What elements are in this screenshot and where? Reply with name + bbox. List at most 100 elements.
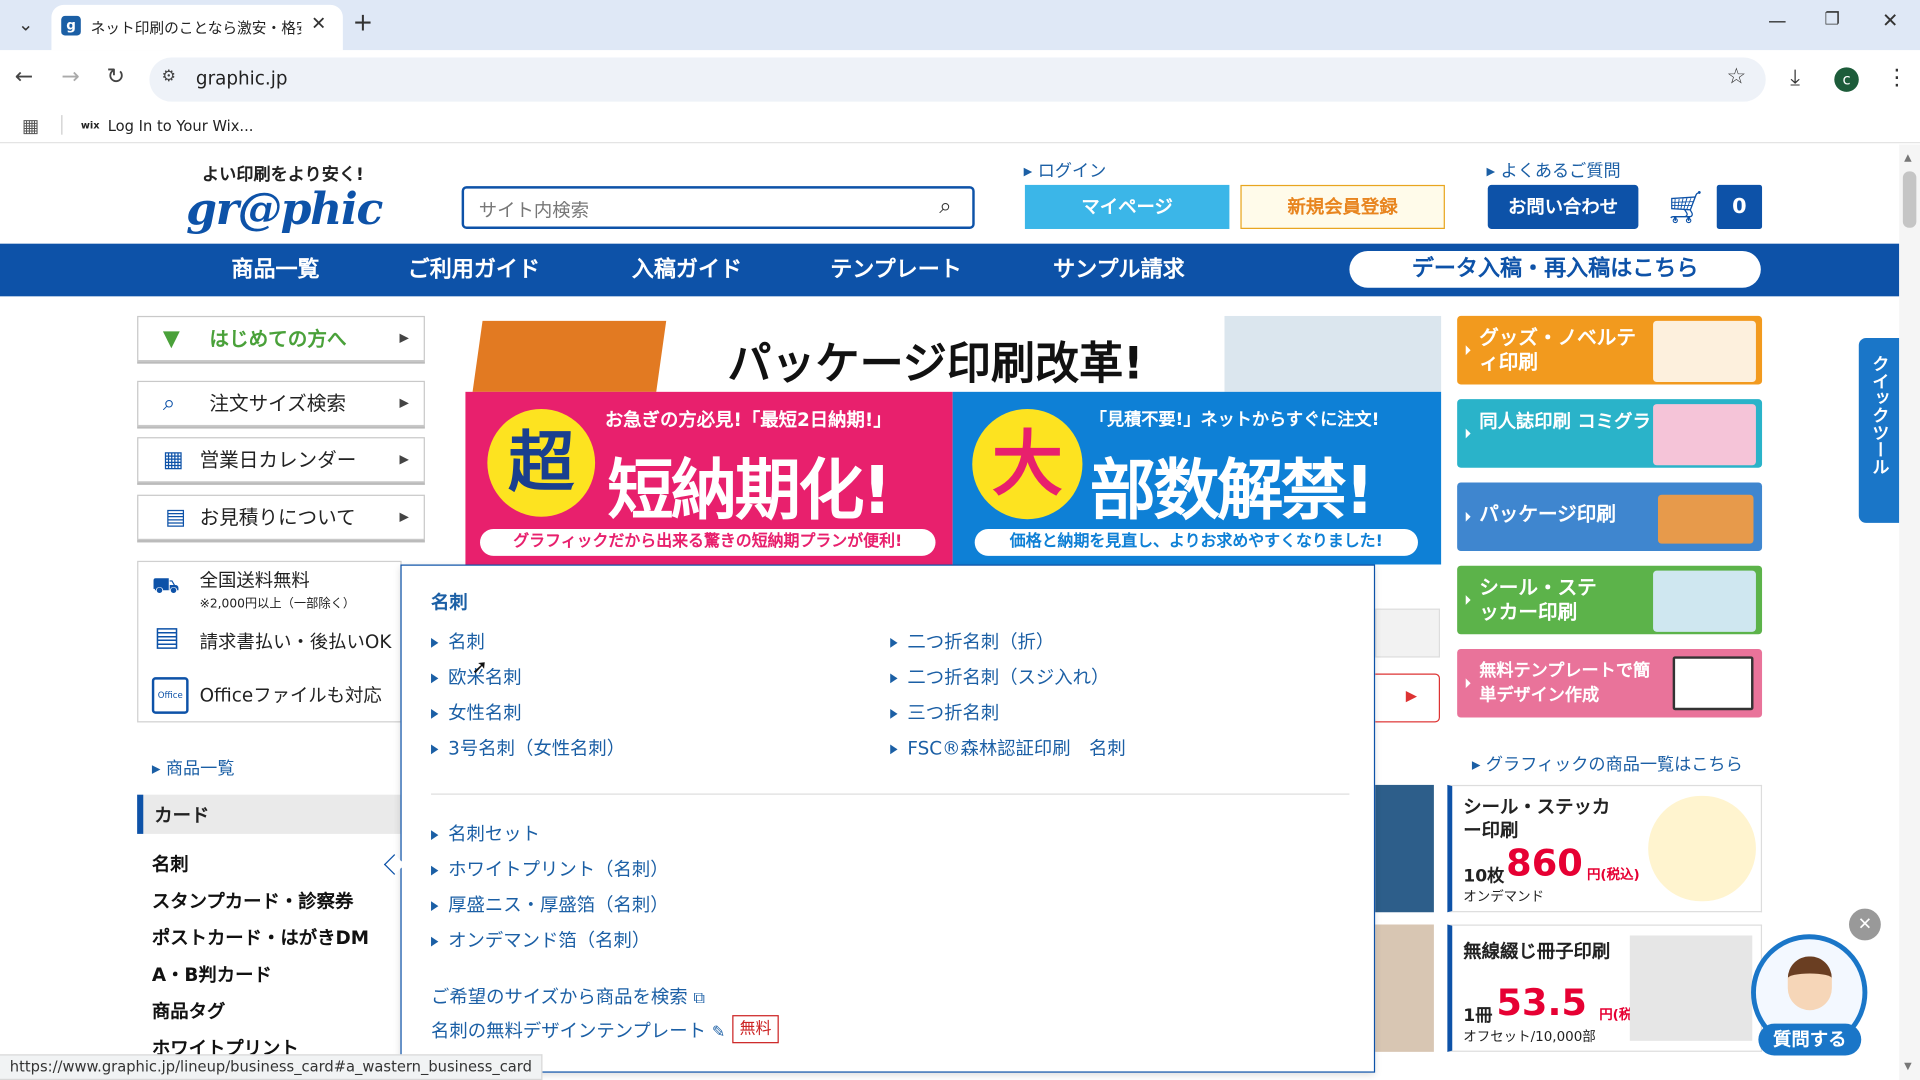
size-search-icon: ⌕ bbox=[162, 390, 176, 417]
feature-office: Office Officeファイルも対応 bbox=[137, 671, 401, 725]
tab-close-icon[interactable]: ✕ bbox=[311, 12, 326, 34]
dropdown-item-label: 名刺 bbox=[448, 630, 485, 653]
scroll-up-icon[interactable]: ▲ bbox=[1904, 152, 1912, 163]
status-bar-url: https://www.graphic.jp/lineup/business_c… bbox=[0, 1054, 543, 1080]
nav-products[interactable]: 商品一覧 bbox=[231, 244, 319, 297]
dropdown-item-bifold-crease[interactable]: 二つ折名刺（スジ入れ） bbox=[890, 664, 1109, 690]
sidebar-size-search[interactable]: ⌕ 注文サイズ検索 ▶ bbox=[137, 380, 425, 427]
dropdown-item-bifold[interactable]: 二つ折名刺（折） bbox=[890, 628, 1054, 654]
category-business-card[interactable]: 名刺 bbox=[152, 851, 189, 877]
sidebar-estimate[interactable]: ▤ お見積りについて ▶ bbox=[137, 494, 425, 541]
triangle-icon bbox=[890, 708, 898, 719]
sidebar-beginners[interactable]: ▼ はじめての方へ ▶ bbox=[137, 315, 425, 362]
chat-close-icon[interactable]: ✕ bbox=[1848, 908, 1881, 941]
free-badge: 無料 bbox=[732, 1015, 779, 1044]
category-postcard[interactable]: ポストカード・はがきDM bbox=[152, 924, 369, 950]
banner-package[interactable]: パッケージ印刷 bbox=[1457, 482, 1763, 552]
dropdown-item-female[interactable]: 女性名刺 bbox=[431, 699, 522, 725]
triangle-icon bbox=[431, 865, 439, 875]
calculator-icon: ▤ bbox=[165, 504, 187, 531]
banner-arrow-icon bbox=[1465, 595, 1471, 605]
triangle-icon bbox=[431, 900, 439, 911]
yen-truck-icon: ⛟ bbox=[151, 573, 180, 599]
banner-sticker[interactable]: シール・ステッカー印刷 bbox=[1457, 565, 1763, 635]
banner-templates[interactable]: 無料テンプレートで簡単デザイン作成 bbox=[1457, 648, 1763, 718]
tab-list-icon[interactable]: ⌄ bbox=[7, 6, 44, 43]
dropdown-item-fsc[interactable]: FSC®森林認証印刷 名刺 bbox=[890, 735, 1126, 761]
faq-link[interactable]: ▸ よくあるご質問 bbox=[1487, 158, 1621, 182]
data-upload-button[interactable]: データ入稿・再入稿はこちら bbox=[1349, 251, 1761, 288]
category-tag[interactable]: 商品タグ bbox=[152, 998, 225, 1024]
scrollbar-thumb[interactable] bbox=[1902, 171, 1917, 228]
mypage-button[interactable]: マイページ bbox=[1024, 184, 1230, 229]
product-card-title: シール・ステッカー印刷 bbox=[1463, 795, 1611, 842]
site-logo[interactable]: gr@phic bbox=[186, 184, 383, 235]
chat-ask-button[interactable]: 質問する bbox=[1758, 1023, 1862, 1056]
sidebar-product-list-link[interactable]: ▸ 商品一覧 bbox=[152, 756, 235, 780]
sidebar-calendar[interactable]: ▦ 営業日カレンダー ▶ bbox=[137, 437, 425, 483]
quick-tool-tab[interactable]: クイックツール bbox=[1858, 337, 1900, 523]
address-bar[interactable]: ⚙ graphic.jp ☆ bbox=[149, 57, 1766, 102]
download-icon[interactable]: ⤓ bbox=[1790, 65, 1800, 91]
dropdown-item-white-print[interactable]: ホワイトプリント（名刺） bbox=[431, 856, 669, 882]
forward-icon[interactable]: → bbox=[61, 64, 79, 90]
dropdown-title: 名刺 bbox=[431, 591, 468, 614]
dropdown-item-trifold[interactable]: 三つ折名刺 bbox=[890, 699, 999, 725]
nav-templates[interactable]: テンプレート bbox=[830, 244, 962, 297]
minimize-icon[interactable]: — bbox=[1768, 10, 1786, 32]
product-card-booklet[interactable]: 無線綴じ冊子印刷 1冊 53.5 円(税込) オフセット/10,000部 bbox=[1447, 924, 1763, 1052]
bookmark-star-icon[interactable]: ☆ bbox=[1727, 64, 1747, 90]
reload-icon[interactable]: ↻ bbox=[107, 64, 125, 90]
product-card-sticker[interactable]: シール・ステッカー印刷 10枚 860 円(税込) オンデマンド bbox=[1447, 784, 1763, 913]
register-button[interactable]: 新規会員登録 bbox=[1240, 184, 1445, 229]
page-scrollbar[interactable]: ▲ ▼ bbox=[1899, 144, 1920, 1080]
cart-icon[interactable]: 🛒︎ bbox=[1665, 190, 1705, 227]
window-close-icon[interactable]: ✕ bbox=[1882, 9, 1898, 32]
dropdown-item-label: FSC®森林認証印刷 名刺 bbox=[907, 737, 1126, 760]
nav-samples[interactable]: サンプル請求 bbox=[1053, 244, 1185, 297]
back-icon[interactable]: ← bbox=[15, 64, 33, 90]
dropdown-item-business-card[interactable]: 名刺 bbox=[431, 628, 485, 654]
hero-left-panel: 超 お急ぎの方必見!「最短2日納期!」 短納期化! グラフィックだから出来る驚き… bbox=[465, 391, 953, 565]
contact-button[interactable]: お問い合わせ bbox=[1487, 184, 1639, 229]
dropdown-item-set[interactable]: 名刺セット bbox=[431, 820, 540, 846]
banner-comigura-label: 同人誌印刷 コミグラ bbox=[1479, 410, 1651, 433]
site-settings-icon[interactable]: ⚙ bbox=[162, 67, 176, 85]
nav-upload-guide[interactable]: 入稿ガイド bbox=[632, 244, 742, 297]
scroll-down-icon[interactable]: ▼ bbox=[1904, 1060, 1912, 1071]
restore-icon[interactable]: ❐ bbox=[1825, 10, 1840, 30]
banner-comigura[interactable]: 同人誌印刷 コミグラ bbox=[1457, 399, 1763, 468]
hidden-button[interactable]: ▶ bbox=[1375, 673, 1441, 723]
product-card-title: 無線綴じ冊子印刷 bbox=[1463, 940, 1611, 963]
bookmarks-divider bbox=[61, 115, 63, 135]
login-link[interactable]: ▸ ログイン bbox=[1024, 158, 1107, 182]
chevron-right-icon: ▶ bbox=[399, 331, 409, 346]
category-ab-card[interactable]: A・B判カード bbox=[152, 961, 272, 987]
nav-guide[interactable]: ご利用ガイド bbox=[408, 244, 540, 297]
banner-package-label: パッケージ印刷 bbox=[1479, 502, 1616, 526]
dropdown-item-varnish[interactable]: 厚盛ニス・厚盛箔（名刺） bbox=[431, 891, 669, 917]
category-stamp-card[interactable]: スタンプカード・診察券 bbox=[152, 888, 354, 914]
url-text: graphic.jp bbox=[195, 67, 288, 90]
browser-tab[interactable]: g ネット印刷のことなら激安・格安価格 ✕ bbox=[51, 4, 343, 51]
dropdown-template-link[interactable]: 名刺の無料デザインテンプレート ✎ bbox=[431, 1018, 725, 1044]
all-products-link[interactable]: ▸ グラフィックの商品一覧はこちら bbox=[1472, 752, 1743, 776]
hero-headline: パッケージ印刷改革! bbox=[727, 339, 1144, 390]
search-input[interactable]: サイト内検索 bbox=[479, 197, 589, 223]
banner-goods[interactable]: グッズ・ノベルティ印刷 bbox=[1457, 315, 1763, 385]
search-icon[interactable]: ⌕ bbox=[939, 193, 951, 219]
cart-count[interactable]: 0 bbox=[1716, 184, 1763, 229]
dropdown-size-search-link[interactable]: ご希望のサイズから商品を検索 ⧉ bbox=[431, 983, 705, 1009]
banner-arrow-icon bbox=[1465, 678, 1471, 689]
bookmark-wix[interactable]: Log In to Your Wix... bbox=[108, 118, 254, 135]
browser-menu-icon[interactable]: ⋮ bbox=[1886, 65, 1908, 91]
dropdown-item-no3[interactable]: 3号名刺（女性名刺） bbox=[431, 735, 625, 761]
hero-left-main: 短納期化! bbox=[607, 451, 892, 529]
site-search-box[interactable]: サイト内検索 ⌕ bbox=[461, 186, 975, 229]
dropdown-item-label: 女性名刺 bbox=[448, 701, 522, 724]
profile-avatar[interactable]: c bbox=[1834, 67, 1859, 92]
apps-grid-icon[interactable]: ▦ bbox=[22, 115, 39, 137]
hero-banner[interactable]: パッケージ印刷改革! 超 お急ぎの方必見!「最短2日納期!」 短納期化! グラフ… bbox=[465, 315, 1442, 565]
dropdown-item-foil[interactable]: オンデマンド箔（名刺） bbox=[431, 927, 650, 953]
new-tab-icon[interactable]: + bbox=[353, 7, 374, 36]
